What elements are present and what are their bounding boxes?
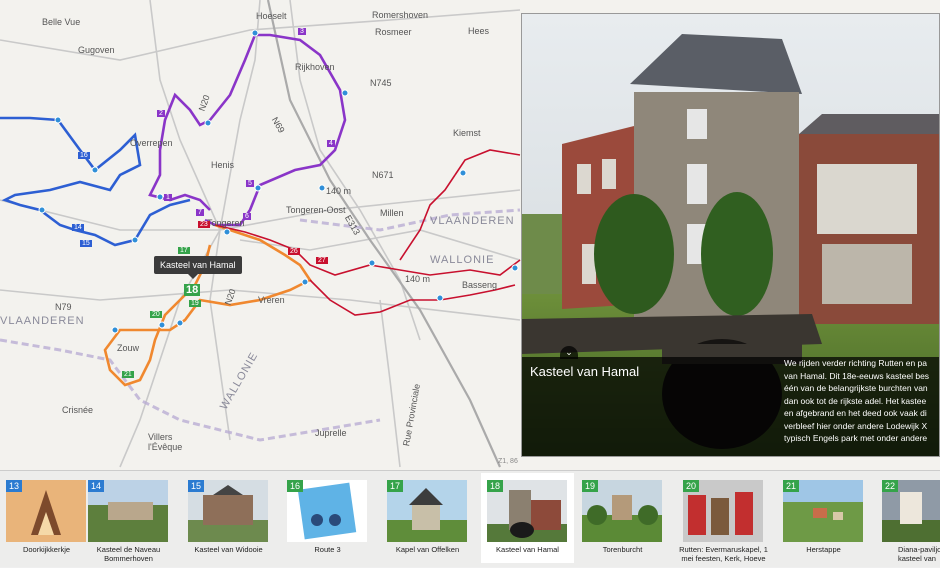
thumbnail-carousel[interactable]: Z1, 86 13 Doorkijkkerkje 14 Kasteel de N… [0,458,940,568]
detail-description: We rijden verder richting Rutten en pa v… [784,357,939,445]
place-label: Vreren [258,295,285,305]
map-marker[interactable]: 3 [298,28,306,35]
thumbnail-item[interactable]: 17 Kapel van Offelken [381,476,474,560]
detail-title: Kasteel van Hamal [530,364,640,379]
map-marker[interactable]: 14 [72,224,84,231]
thumbnail-label: Route 3 [314,545,341,554]
thumbnail-label: Rutten: Evermaruskapel, 1 mei feesten, K… [679,545,768,563]
thumbnail-item[interactable]: 21 Herstappe [777,476,870,560]
description-line: van Hamal. Dit 18e-eeuws kasteel bes [784,370,930,381]
thumbnail-number: 13 [6,480,23,492]
place-label: Tongeren [207,218,245,228]
strip-partial-label: Z1, 86 [498,458,518,465]
place-label: Henis [211,160,235,170]
thumbnail-item[interactable]: 14 Kasteel de Naveau Bommerhoven [82,476,175,563]
map-marker[interactable]: 7 [196,209,204,216]
map-marker[interactable]: 4 [327,140,335,147]
marker-tooltip: Kasteel van Hamal [154,256,242,279]
map-marker[interactable]: 23 [198,221,210,228]
place-label: Belle Vue [42,17,81,27]
place-label: Rijkhoven [295,62,335,72]
description-line: typisch Engels park met onder andere [784,433,928,443]
thumbnail-item[interactable]: 20 Rutten: Evermaruskapel, 1 mei feesten… [677,476,770,563]
thumbnail-item[interactable]: 13 Doorkijkkerkje [0,476,93,560]
region-label: WALLONIE [430,254,495,266]
thumbnail-number: 20 [683,480,700,492]
map-marker[interactable]: 20 [150,311,162,318]
road-label: N671 [372,170,394,180]
map-marker[interactable]: 5 [246,180,254,187]
elevation-label: 140 m [326,186,352,196]
map-marker[interactable]: 16 [78,152,90,159]
map-marker[interactable]: 21 [122,371,134,378]
thumbnail-number: 15 [188,480,205,492]
road-label: N745 [370,78,392,88]
thumbnail-number: 14 [88,480,105,492]
description-line: We rijden verder richting Rutten en pa [784,358,928,368]
place-label: Hees [468,26,490,36]
elevation-label: 140 m [405,274,431,284]
thumbnail-item-selected[interactable]: 18 Kasteel van Hamal [481,473,574,563]
place-label: Rosmeer [375,27,412,37]
thumbnail-label: Kapel van Offelken [395,545,460,554]
place-label: Overrepen [130,138,173,148]
place-label: Basseng [462,280,498,290]
thumbnail-number: 17 [387,480,404,492]
map-marker-selected[interactable]: 18 [184,284,201,296]
thumbnail-label: Herstappe [806,545,841,554]
road-label: N79 [55,302,72,312]
thumbnail-label: Diana-paviljoe kasteel van [898,545,940,563]
thumbnail-label: Kasteel de Naveau Bommerhoven [96,545,161,563]
map-marker[interactable]: 19 [189,300,201,307]
map-marker[interactable]: 2 [157,110,165,117]
map-marker[interactable]: 15 [80,240,92,247]
thumbnail-item[interactable]: 22 Diana-paviljoe kasteel van [876,476,940,563]
description-line: één van de belangrijkste burchten van [784,383,928,393]
place-label: Juprelle [315,428,347,438]
thumbnail-number: 16 [287,480,304,492]
place-label: Romershoven [372,10,429,20]
detail-panel: ⌄ Kasteel van Hamal We rijden verder ric… [521,13,940,457]
region-label: VLAANDEREN [430,215,515,227]
thumbnail-label: Torenburcht [602,545,643,554]
map-marker[interactable]: 17 [178,247,190,254]
thumbnail-item[interactable]: 16 Route 3 [281,476,374,560]
place-label: Villers l'Évêque [148,432,183,452]
thumbnail-number: 22 [882,480,899,492]
place-label: Gugoven [78,45,115,55]
thumbnail-label: Kasteel van Hamal [496,545,559,554]
map-marker[interactable]: 1 [164,194,172,201]
thumbnail-item[interactable]: 15 Kasteel van Widooie [182,476,275,560]
place-label: Kiemst [453,128,481,138]
description-line: dan ook tot de rijkste adel. Het kastee [784,395,927,406]
place-label: Tongeren-Oost [286,205,346,215]
place-label: Millen [380,208,404,218]
description-line: en afgebrand en het deed ook vaak di [784,408,927,418]
place-label: Hoeselt [256,11,287,21]
thumbnail-number: 18 [487,480,504,492]
place-label: Zouw [117,343,140,353]
map-marker[interactable]: 27 [316,257,328,264]
map-marker[interactable]: 26 [288,248,300,255]
thumbnail-number: 19 [582,480,599,492]
thumbnail-label: Kasteel van Widooie [194,545,263,554]
description-line: verbleef hier onder andere Lodewijk X [784,420,928,431]
place-label: Crisnée [62,405,94,415]
thumbnail-number: 21 [783,480,800,492]
thumbnail-item[interactable]: 19 Torenburcht [576,476,669,560]
map-marker[interactable]: 6 [243,213,251,220]
thumbnail-label: Doorkijkkerkje [22,545,71,554]
region-label: VLAANDEREN [0,315,85,327]
